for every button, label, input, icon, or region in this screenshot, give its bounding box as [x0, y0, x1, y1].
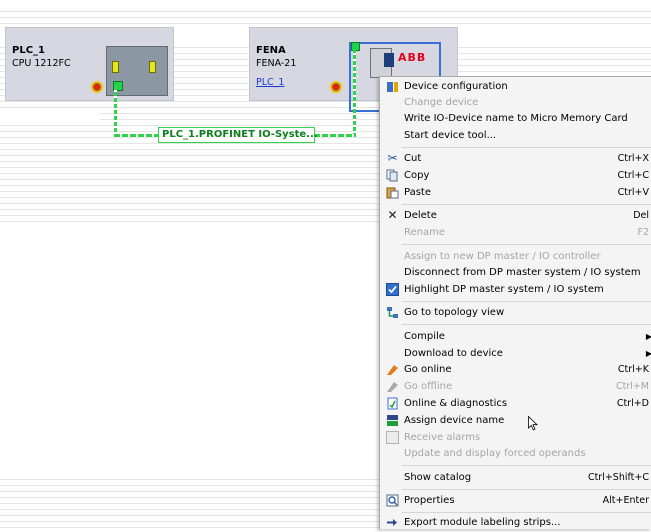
profinet-network-label[interactable]: PLC_1.PROFINET IO-Syste...: [158, 127, 318, 143]
go-offline-icon: [386, 380, 399, 393]
slot-icon: [112, 61, 119, 73]
menu-item-write-io-device-name[interactable]: Write IO-Device name to Micro Memory Car…: [380, 110, 651, 127]
menu-item-change-device[interactable]: Change device: [380, 94, 651, 111]
menu-item-export-labeling[interactable]: Export module labeling strips...: [380, 514, 651, 531]
plc-interface-port-icon[interactable]: [91, 81, 103, 93]
device-config-icon: [386, 80, 399, 93]
menu-separator: [402, 147, 651, 148]
fena-controller-link[interactable]: PLC_1: [256, 77, 284, 88]
menu-item-compile[interactable]: Compile ▶: [380, 328, 651, 345]
menu-item-online-diagnostics[interactable]: Online & diagnostics Ctrl+D: [380, 395, 651, 412]
assign-name-icon: [386, 414, 399, 427]
profinet-bus-line-left[interactable]: [114, 134, 158, 137]
submenu-arrow-icon: ▶: [645, 332, 651, 341]
menu-item-disconnect[interactable]: Disconnect from DP master system / IO sy…: [380, 264, 651, 281]
menu-item-paste[interactable]: Paste Ctrl+V: [380, 184, 651, 201]
fena-name: FENA: [256, 45, 286, 56]
diagnostics-icon: [386, 397, 399, 410]
checkbox-empty-icon: [386, 431, 399, 444]
menu-item-download[interactable]: Download to device ▶: [380, 345, 651, 362]
menu-item-start-device-tool[interactable]: Start device tool...: [380, 127, 651, 144]
delete-x-icon: ✕: [387, 208, 398, 222]
fena-interface-port-icon[interactable]: [330, 81, 342, 93]
menu-item-rename[interactable]: Rename F2: [380, 224, 651, 241]
menu-item-receive-alarms[interactable]: Receive alarms: [380, 429, 651, 446]
scissors-icon: ✂: [387, 151, 398, 165]
go-online-icon: [386, 363, 399, 376]
menu-separator: [402, 301, 651, 302]
menu-item-go-online[interactable]: Go online Ctrl+K: [380, 361, 651, 378]
profinet-bus-line-right[interactable]: [314, 134, 356, 137]
topology-icon: [386, 306, 399, 319]
menu-item-delete[interactable]: ✕ Delete Del: [380, 207, 651, 224]
plc-bus-drop: [114, 86, 117, 136]
menu-separator: [402, 204, 651, 205]
menu-item-cut[interactable]: ✂ Cut Ctrl+X: [380, 150, 651, 167]
menu-item-copy[interactable]: Copy Ctrl+C: [380, 167, 651, 184]
menu-item-properties[interactable]: Properties Alt+Enter: [380, 492, 651, 509]
plc-name: PLC_1: [12, 45, 45, 56]
menu-separator: [402, 465, 651, 466]
copy-icon: [386, 169, 399, 182]
slot-icon: [149, 61, 156, 73]
plc-device-box[interactable]: PLC_1 CPU 1212FC: [5, 27, 174, 101]
properties-icon: [386, 494, 399, 507]
menu-item-device-configuration[interactable]: Device configuration: [380, 78, 651, 95]
menu-item-assign-device-name[interactable]: Assign device name: [380, 412, 651, 429]
menu-item-assign-master[interactable]: Assign to new DP master / IO controller: [380, 248, 651, 265]
context-menu: Device configuration Change device Write…: [379, 76, 651, 529]
menu-item-go-offline[interactable]: Go offline Ctrl+M: [380, 378, 651, 395]
menu-item-highlight[interactable]: Highlight DP master system / IO system: [380, 281, 651, 298]
menu-separator: [402, 512, 651, 513]
paste-icon: [386, 186, 399, 199]
fena-bus-drop: [353, 49, 356, 136]
submenu-arrow-icon: ▶: [645, 349, 651, 358]
checkbox-checked-icon: [386, 283, 399, 296]
menu-separator: [402, 489, 651, 490]
mouse-cursor-icon: [528, 416, 538, 431]
menu-separator: [402, 324, 651, 325]
menu-item-topology-view[interactable]: Go to topology view: [380, 304, 651, 321]
plc-type: CPU 1212FC: [12, 58, 71, 69]
menu-item-forced-operands[interactable]: Update and display forced operands: [380, 445, 651, 462]
fena-type: FENA-21: [256, 58, 297, 69]
menu-separator: [402, 244, 651, 245]
export-arrow-icon: [386, 516, 399, 529]
menu-item-show-catalog[interactable]: Show catalog Ctrl+Shift+C: [380, 469, 651, 486]
